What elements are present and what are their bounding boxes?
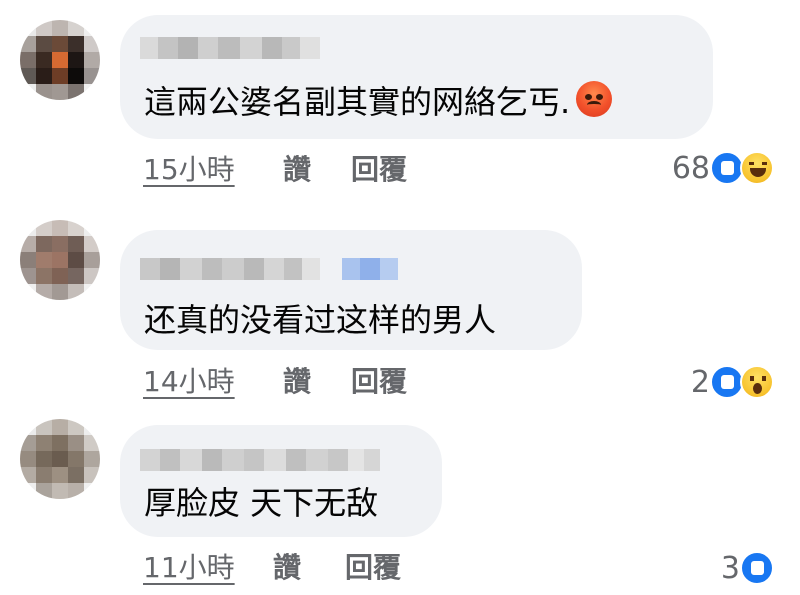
comment-meta: 15小時 讚 回覆 <box>143 152 703 188</box>
like-button[interactable]: 讚 <box>273 550 301 586</box>
reaction-summary[interactable]: 68 <box>672 148 774 188</box>
reply-button[interactable]: 回覆 <box>345 550 401 586</box>
blurred-username[interactable] <box>140 258 320 280</box>
haha-reaction-icon <box>740 151 774 185</box>
avatar[interactable] <box>20 20 100 100</box>
comment-text-content: 还真的没看过这样的男人 <box>144 301 497 339</box>
blurred-username[interactable] <box>140 449 380 471</box>
reply-button[interactable]: 回覆 <box>351 152 407 188</box>
avatar[interactable] <box>20 220 100 300</box>
comment-text: 还真的没看过这样的男人 <box>144 300 496 340</box>
timestamp-link[interactable]: 14小時 <box>143 365 235 398</box>
reaction-count: 2 <box>690 364 710 400</box>
wow-reaction-icon <box>740 365 774 399</box>
like-button[interactable]: 讚 <box>283 152 311 188</box>
angry-face-emoji-icon <box>576 81 613 117</box>
reaction-summary[interactable]: 2 <box>691 362 774 402</box>
comment-meta: 14小時 讚 回覆 <box>143 364 703 400</box>
timestamp-link[interactable]: 15小時 <box>143 153 235 186</box>
timestamp-link[interactable]: 11小時 <box>143 551 235 584</box>
blurred-username[interactable] <box>140 37 320 59</box>
avatar[interactable] <box>20 419 100 499</box>
comment-text-content: 這兩公婆名副其實的网絡乞丐. <box>144 83 571 121</box>
reply-button[interactable]: 回覆 <box>351 364 407 400</box>
like-reaction-icon <box>740 551 774 585</box>
comment-text: 這兩公婆名副其實的网絡乞丐. <box>144 81 613 122</box>
reaction-count: 3 <box>720 550 740 586</box>
comment-bubble: 這兩公婆名副其實的网絡乞丐. <box>120 15 713 139</box>
comment-bubble: 厚脸皮 天下无敌 <box>120 425 442 537</box>
like-reaction-icon <box>710 365 744 399</box>
comment-text: 厚脸皮 天下无敌 <box>144 483 378 523</box>
blurred-badge <box>342 258 398 280</box>
comment-text-content: 厚脸皮 天下无敌 <box>144 484 379 522</box>
comment-bubble: 还真的没看过这样的男人 <box>120 230 582 350</box>
reaction-summary[interactable]: 3 <box>721 548 774 588</box>
reaction-count: 68 <box>671 150 710 186</box>
like-button[interactable]: 讚 <box>283 364 311 400</box>
like-reaction-icon <box>710 151 744 185</box>
comment-meta: 11小時 讚 回覆 <box>143 550 703 586</box>
